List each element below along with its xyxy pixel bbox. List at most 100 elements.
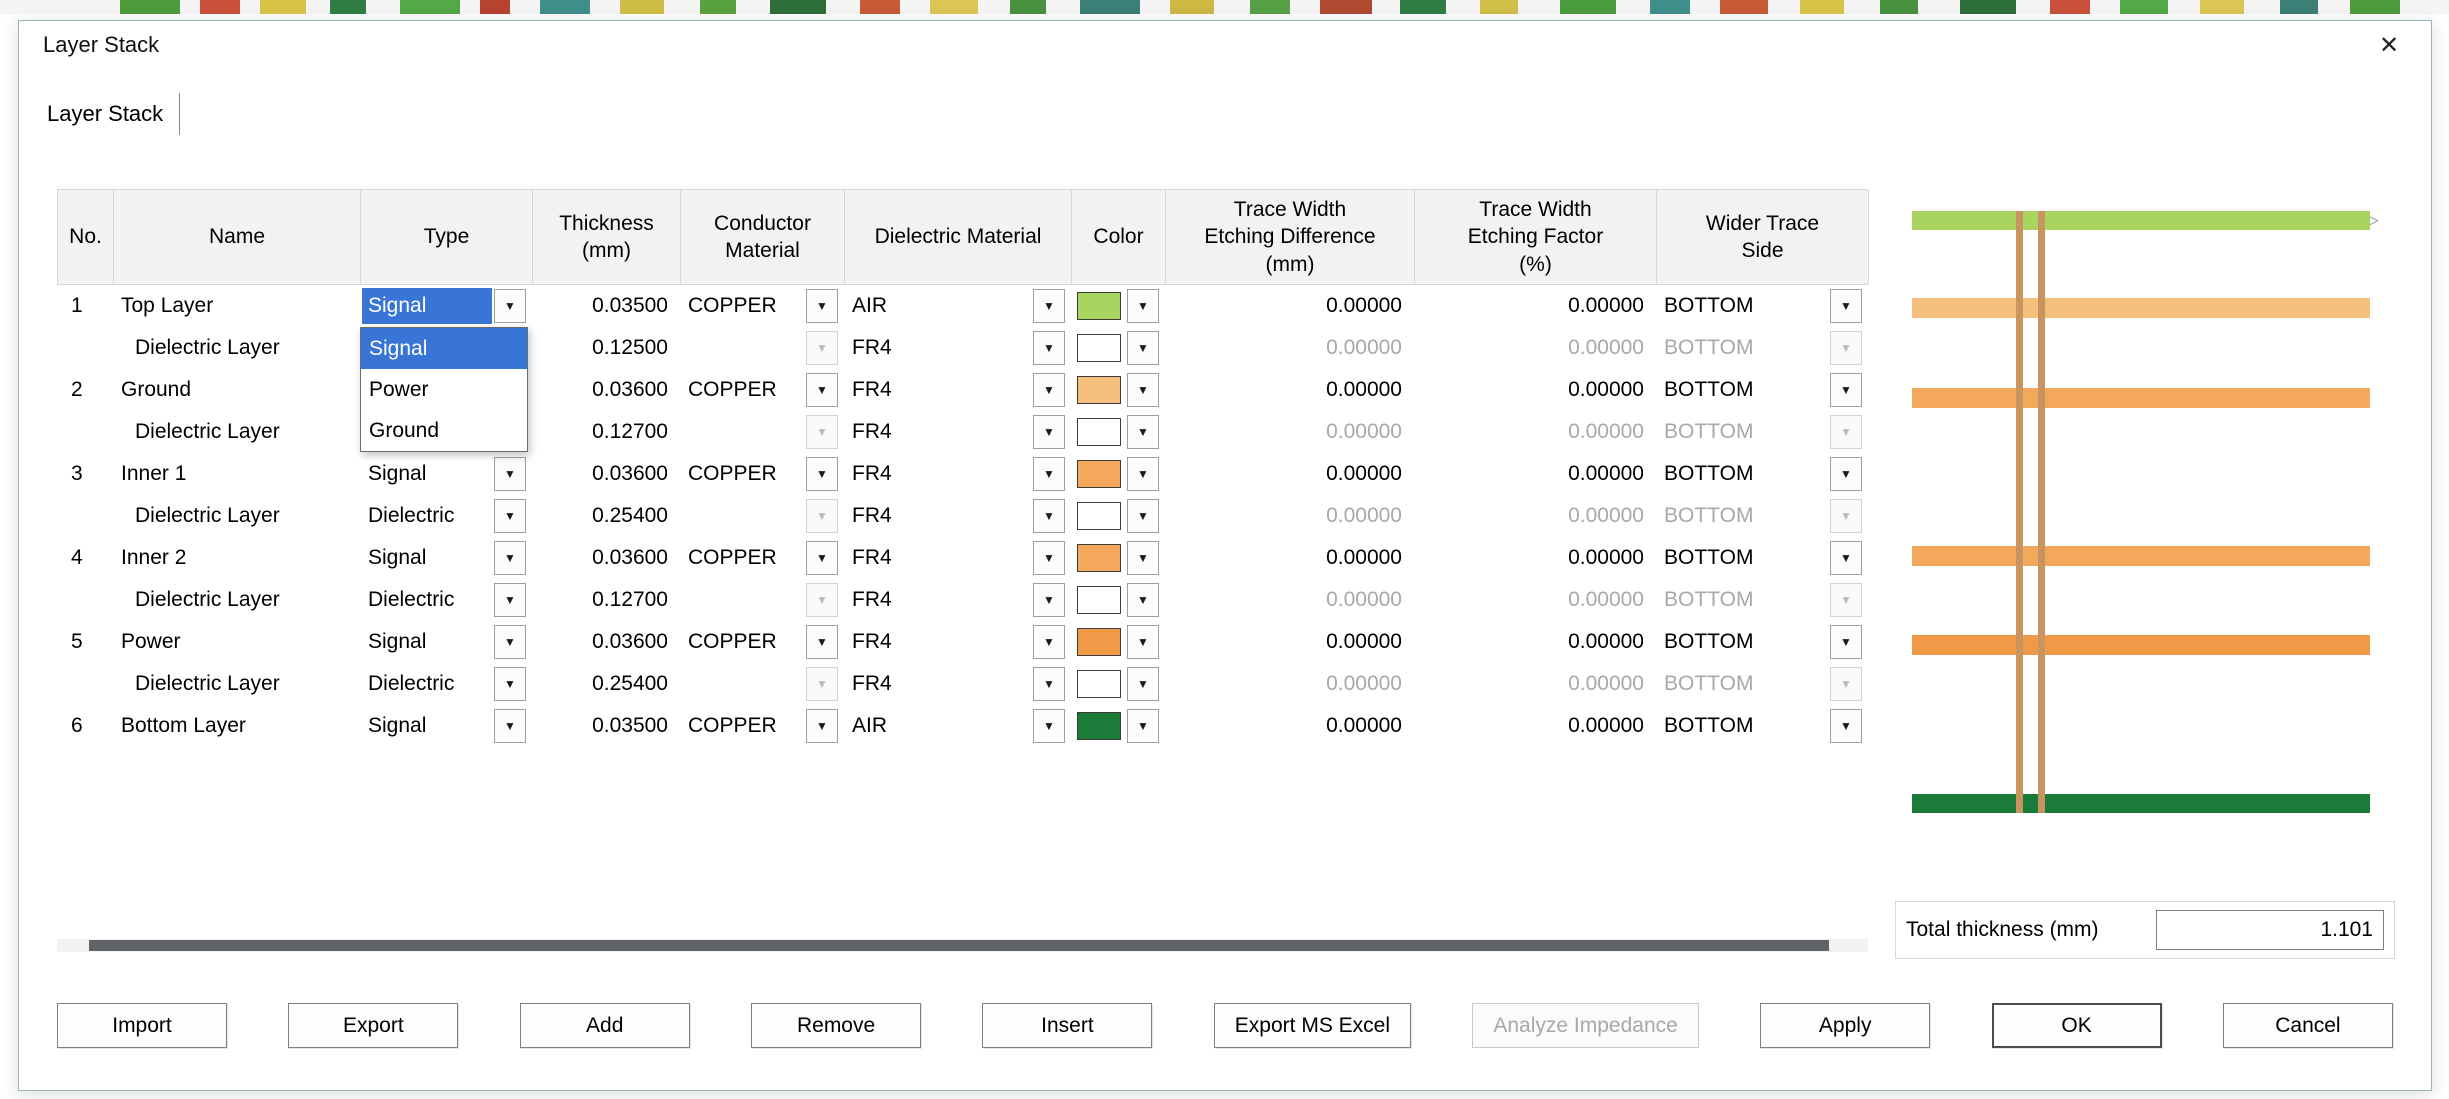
color-combo[interactable]: ▼ (1071, 621, 1165, 663)
layer-name-cell[interactable]: Inner 1 (113, 453, 360, 495)
dielectric-material-combo[interactable]: FR4▼ (844, 327, 1071, 369)
layer-name-cell[interactable]: Bottom Layer (113, 705, 360, 747)
color-dropdown-arrow-icon[interactable]: ▼ (1127, 289, 1159, 323)
thickness-cell[interactable]: 0.25400 (532, 495, 680, 537)
etching-difference-cell[interactable]: 0.00000 (1165, 369, 1414, 411)
conductor-dropdown-arrow-icon[interactable]: ▼ (806, 373, 838, 407)
thickness-cell[interactable]: 0.03600 (532, 453, 680, 495)
thickness-cell[interactable]: 0.03500 (532, 705, 680, 747)
type-combo[interactable]: Dielectric▼ (360, 495, 532, 537)
conductor-dropdown-arrow-icon[interactable]: ▼ (806, 289, 838, 323)
color-swatch[interactable] (1077, 670, 1121, 698)
thickness-cell[interactable]: 0.03600 (532, 369, 680, 411)
type-dropdown-arrow-icon[interactable]: ▼ (494, 499, 526, 533)
etching-factor-cell[interactable]: 0.00000 (1414, 621, 1656, 663)
color-swatch[interactable] (1077, 418, 1121, 446)
wider-side-dropdown-arrow-icon[interactable]: ▼ (1830, 289, 1862, 323)
color-dropdown-arrow-icon[interactable]: ▼ (1127, 667, 1159, 701)
color-dropdown-arrow-icon[interactable]: ▼ (1127, 625, 1159, 659)
color-combo[interactable]: ▼ (1071, 411, 1165, 453)
type-combo[interactable]: Dielectric▼ (360, 579, 532, 621)
type-dropdown-arrow-icon[interactable]: ▼ (494, 667, 526, 701)
dielectric-dropdown-arrow-icon[interactable]: ▼ (1033, 709, 1065, 743)
etching-difference-cell[interactable]: 0.00000 (1165, 285, 1414, 327)
wider-side-dropdown-arrow-icon[interactable]: ▼ (1830, 709, 1862, 743)
thickness-cell[interactable]: 0.12700 (532, 579, 680, 621)
dielectric-material-combo[interactable]: FR4▼ (844, 411, 1071, 453)
wider-trace-side-combo[interactable]: BOTTOM▼ (1656, 621, 1868, 663)
dielectric-dropdown-arrow-icon[interactable]: ▼ (1033, 415, 1065, 449)
horizontal-scrollbar[interactable] (57, 939, 1868, 952)
color-dropdown-arrow-icon[interactable]: ▼ (1127, 457, 1159, 491)
cancel-button[interactable]: Cancel (2223, 1003, 2393, 1048)
tab-layer-stack[interactable]: Layer Stack (43, 93, 180, 135)
dielectric-dropdown-arrow-icon[interactable]: ▼ (1033, 457, 1065, 491)
dielectric-material-combo[interactable]: AIR▼ (844, 705, 1071, 747)
remove-button[interactable]: Remove (751, 1003, 921, 1048)
wider-trace-side-combo[interactable]: BOTTOM▼ (1656, 537, 1868, 579)
color-swatch[interactable] (1077, 628, 1121, 656)
type-dropdown-arrow-icon[interactable]: ▼ (494, 541, 526, 575)
conductor-material-combo[interactable]: COPPER▼ (680, 621, 844, 663)
dielectric-material-combo[interactable]: FR4▼ (844, 621, 1071, 663)
dielectric-dropdown-arrow-icon[interactable]: ▼ (1033, 373, 1065, 407)
wider-side-dropdown-arrow-icon[interactable]: ▼ (1830, 541, 1862, 575)
thickness-cell[interactable]: 0.03600 (532, 621, 680, 663)
color-combo[interactable]: ▼ (1071, 327, 1165, 369)
color-swatch[interactable] (1077, 334, 1121, 362)
color-combo[interactable]: ▼ (1071, 579, 1165, 621)
color-dropdown-arrow-icon[interactable]: ▼ (1127, 709, 1159, 743)
layer-name-cell[interactable]: Power (113, 621, 360, 663)
color-swatch[interactable] (1077, 460, 1121, 488)
color-dropdown-arrow-icon[interactable]: ▼ (1127, 331, 1159, 365)
layer-name-cell[interactable]: Dielectric Layer (113, 579, 360, 621)
thickness-cell[interactable]: 0.03500 (532, 285, 680, 327)
scrollbar-thumb[interactable] (89, 940, 1829, 951)
etching-difference-cell[interactable]: 0.00000 (1165, 453, 1414, 495)
wider-side-dropdown-arrow-icon[interactable]: ▼ (1830, 625, 1862, 659)
export-ms-excel-button[interactable]: Export MS Excel (1214, 1003, 1411, 1048)
type-dropdown-arrow-icon[interactable]: ▼ (494, 289, 526, 323)
conductor-dropdown-arrow-icon[interactable]: ▼ (806, 541, 838, 575)
dielectric-dropdown-arrow-icon[interactable]: ▼ (1033, 331, 1065, 365)
thickness-cell[interactable]: 0.03600 (532, 537, 680, 579)
dielectric-material-combo[interactable]: FR4▼ (844, 579, 1071, 621)
insert-button[interactable]: Insert (982, 1003, 1152, 1048)
conductor-dropdown-arrow-icon[interactable]: ▼ (806, 457, 838, 491)
color-dropdown-arrow-icon[interactable]: ▼ (1127, 415, 1159, 449)
dropdown-option-power[interactable]: Power (361, 369, 527, 410)
export-button[interactable]: Export (288, 1003, 458, 1048)
dielectric-dropdown-arrow-icon[interactable]: ▼ (1033, 667, 1065, 701)
color-swatch[interactable] (1077, 712, 1121, 740)
thickness-cell[interactable]: 0.12700 (532, 411, 680, 453)
dielectric-material-combo[interactable]: FR4▼ (844, 663, 1071, 705)
etching-difference-cell[interactable]: 0.00000 (1165, 705, 1414, 747)
type-combo[interactable]: Signal▼ (360, 285, 532, 327)
dielectric-dropdown-arrow-icon[interactable]: ▼ (1033, 625, 1065, 659)
dielectric-material-combo[interactable]: FR4▼ (844, 537, 1071, 579)
dielectric-dropdown-arrow-icon[interactable]: ▼ (1033, 541, 1065, 575)
wider-trace-side-combo[interactable]: BOTTOM▼ (1656, 369, 1868, 411)
dielectric-dropdown-arrow-icon[interactable]: ▼ (1033, 499, 1065, 533)
layer-name-cell[interactable]: Dielectric Layer (113, 663, 360, 705)
wider-side-dropdown-arrow-icon[interactable]: ▼ (1830, 457, 1862, 491)
color-dropdown-arrow-icon[interactable]: ▼ (1127, 583, 1159, 617)
etching-difference-cell[interactable]: 0.00000 (1165, 621, 1414, 663)
conductor-material-combo[interactable]: COPPER▼ (680, 285, 844, 327)
total-thickness-field[interactable]: 1.101 (2156, 910, 2384, 950)
dielectric-material-combo[interactable]: FR4▼ (844, 495, 1071, 537)
etching-factor-cell[interactable]: 0.00000 (1414, 537, 1656, 579)
close-icon[interactable]: ✕ (2367, 31, 2411, 60)
dielectric-dropdown-arrow-icon[interactable]: ▼ (1033, 583, 1065, 617)
color-combo[interactable]: ▼ (1071, 537, 1165, 579)
type-combo[interactable]: Signal▼ (360, 705, 532, 747)
type-dropdown-arrow-icon[interactable]: ▼ (494, 457, 526, 491)
etching-difference-cell[interactable]: 0.00000 (1165, 537, 1414, 579)
apply-button[interactable]: Apply (1760, 1003, 1930, 1048)
layer-name-cell[interactable]: Dielectric Layer (113, 327, 360, 369)
etching-factor-cell[interactable]: 0.00000 (1414, 705, 1656, 747)
color-swatch[interactable] (1077, 544, 1121, 572)
etching-factor-cell[interactable]: 0.00000 (1414, 453, 1656, 495)
layer-name-cell[interactable]: Dielectric Layer (113, 411, 360, 453)
dropdown-option-ground[interactable]: Ground (361, 410, 527, 451)
